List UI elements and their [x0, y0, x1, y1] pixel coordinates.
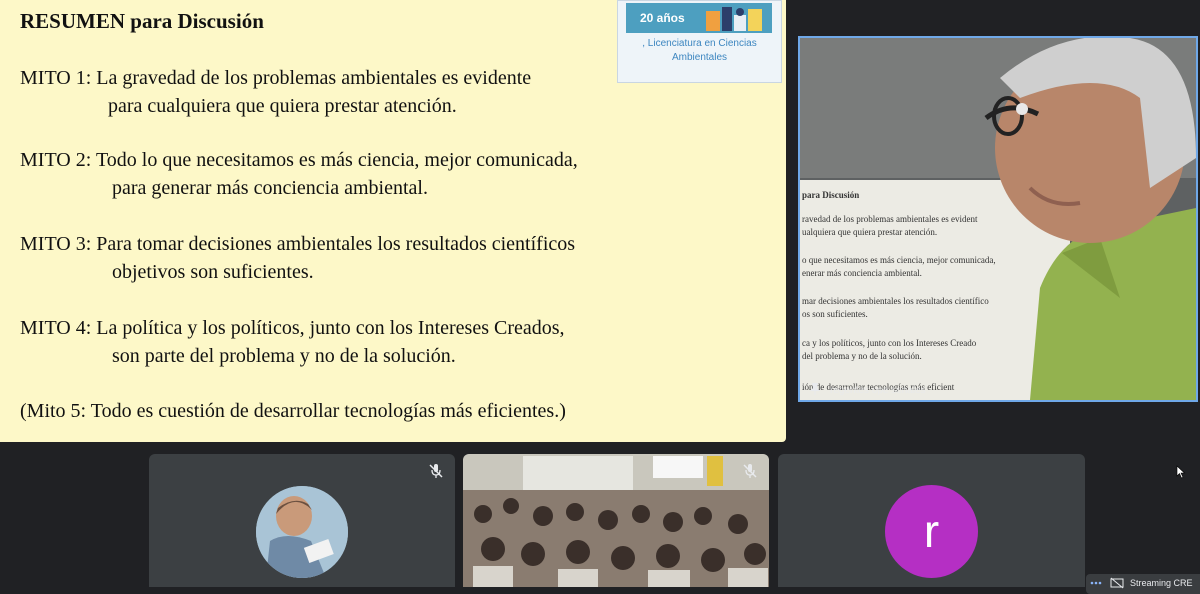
myth-4-line2: son parte del problema y no de la soluci…: [112, 345, 456, 367]
participant-tile-2[interactable]: [463, 454, 769, 587]
projected-line-5: mar decisiones ambientales los resultado…: [802, 296, 989, 306]
myth-2: MITO 2: Todo lo que necesitamos es más c…: [20, 146, 578, 202]
program-logo: 20 años , Licenciatura en Ciencias Ambie…: [617, 0, 782, 83]
myth-3-line1: MITO 3: Para tomar decisiones ambientale…: [20, 233, 576, 255]
logo-text-line2: Ambientales: [671, 52, 728, 63]
myth-4: MITO 4: La política y los políticos, jun…: [20, 314, 565, 370]
projected-line-3: o que necesitamos es más ciencia, mejor …: [802, 255, 996, 265]
logo-banner: 20 años: [626, 3, 772, 33]
logo-text-line1: , Licenciatura en Ciencias: [642, 38, 757, 49]
projected-line-1: ravedad de los problemas ambientales es …: [802, 214, 978, 224]
participant-tile-3[interactable]: r: [778, 454, 1085, 587]
myth-3: MITO 3: Para tomar decisiones ambientale…: [20, 230, 575, 286]
myth-1: MITO 1: La gravedad de los problemas amb…: [20, 64, 531, 120]
speaker-name: regentes ope senales: [830, 385, 926, 396]
projected-line-4: enerar más conciencia ambiental.: [802, 268, 922, 278]
myth-5: (Mito 5: Todo es cuestión de desarrollar…: [20, 400, 566, 422]
streaming-indicator[interactable]: Streaming CRE: [1086, 574, 1200, 594]
classroom-video: [463, 454, 769, 587]
shared-slide: RESUMEN para Discusión MITO 1: La graved…: [0, 0, 786, 442]
projected-line-6: os son suficientes.: [802, 309, 868, 319]
myth-4-line1: MITO 4: La política y los políticos, jun…: [20, 317, 565, 339]
speaker-video-tile[interactable]: para Discusión ravedad de los problemas …: [798, 36, 1198, 402]
projected-line-8: del problema y no de la solución.: [802, 351, 922, 361]
logo-building-icon: [706, 7, 762, 31]
speaker-video: para Discusión ravedad de los problemas …: [800, 38, 1196, 400]
participant-avatar-photo: [256, 486, 348, 578]
myth-2-line2: para generar más conciencia ambiental.: [112, 177, 428, 199]
participant-avatar-initial: r: [885, 485, 978, 578]
streaming-icon: [1110, 577, 1124, 589]
myth-1-line1: MITO 1: La gravedad de los problemas amb…: [20, 67, 532, 89]
projected-line-7: ca y los políticos, junto con los Intere…: [802, 338, 977, 348]
logo-years: 20 años: [640, 11, 685, 25]
mic-off-icon: [429, 464, 443, 478]
slide-title: RESUMEN para Discusión: [20, 9, 264, 33]
myth-2-line1: MITO 2: Todo lo que necesitamos es más c…: [20, 149, 578, 171]
pin-icon[interactable]: [808, 382, 822, 396]
person-photo: [256, 486, 348, 578]
projected-line-2: ualquiera que quiera prestar atención.: [802, 227, 937, 237]
myth-1-line2: para cualquiera que quiera prestar atenc…: [108, 95, 457, 117]
projected-line-0: para Discusión: [802, 190, 859, 200]
mouse-cursor-icon: [1176, 465, 1186, 479]
participant-tile-1[interactable]: [149, 454, 455, 587]
myth-3-line2: objetivos son suficientes.: [112, 261, 314, 283]
mic-off-icon: [743, 464, 757, 478]
logo-text: , Licenciatura en Ciencias Ambientales: [618, 37, 781, 65]
